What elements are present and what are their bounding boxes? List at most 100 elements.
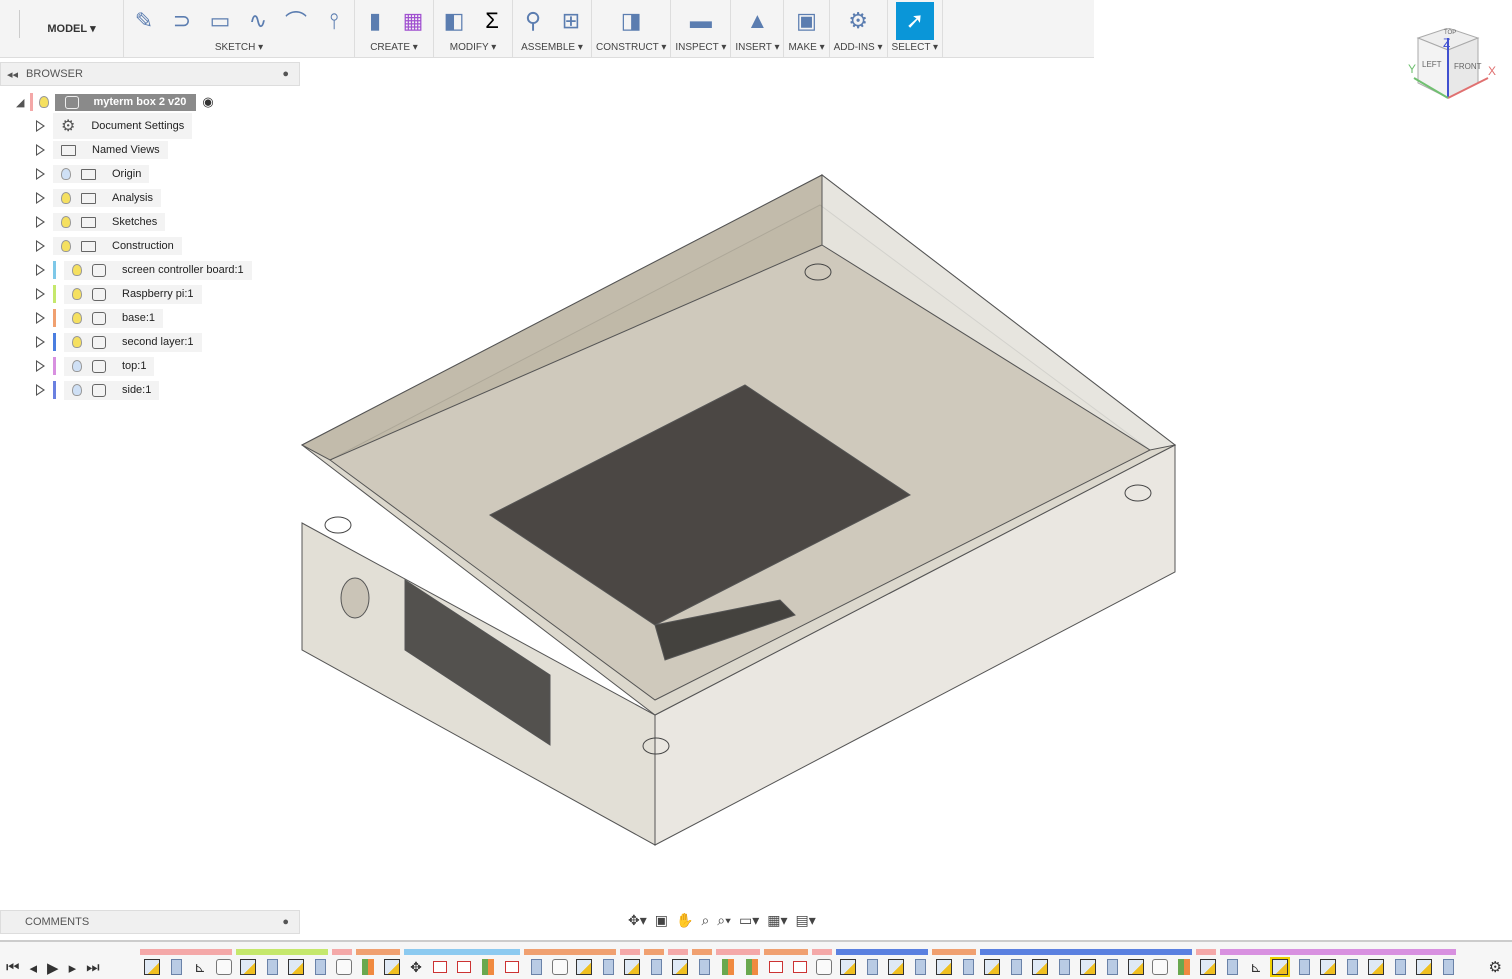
- workspace-dropdown[interactable]: MODEL ▾: [20, 0, 124, 57]
- timeline-feature-body[interactable]: [812, 957, 836, 977]
- timeline-feature-joint[interactable]: [452, 957, 476, 977]
- visibility-bulb-icon[interactable]: [72, 360, 82, 372]
- browser-item-box[interactable]: screen controller board:1: [64, 260, 252, 280]
- play-icon[interactable]: ▶: [47, 959, 59, 977]
- expand-icon[interactable]: [36, 168, 45, 180]
- timeline-feature-extrude[interactable]: [644, 957, 668, 977]
- visibility-bulb-icon[interactable]: [72, 312, 82, 324]
- visibility-bulb-icon[interactable]: [72, 336, 82, 348]
- timeline-feature-plane[interactable]: [476, 957, 500, 977]
- fillet-icon[interactable]: ⌒: [280, 5, 312, 37]
- timeline-feature-extrude[interactable]: [308, 957, 332, 977]
- expand-icon[interactable]: [36, 192, 45, 204]
- viewports-icon[interactable]: ▤▾: [796, 912, 816, 929]
- timeline-feature-sketch[interactable]: [140, 957, 164, 977]
- timeline-feature-sketch[interactable]: [932, 957, 956, 977]
- timeline-feature-extrude[interactable]: [956, 957, 980, 977]
- press-pull-icon[interactable]: ◧: [438, 5, 470, 37]
- expand-icon[interactable]: [36, 144, 45, 156]
- toolbar-group-label[interactable]: CONSTRUCT ▾: [596, 42, 666, 56]
- browser-item[interactable]: Origin: [0, 162, 300, 186]
- timeline-feature-body[interactable]: [212, 957, 236, 977]
- timeline-feature-extrude[interactable]: [1292, 957, 1316, 977]
- orbit-icon[interactable]: ✥▾: [628, 912, 647, 929]
- select-icon[interactable]: ➚: [895, 2, 934, 40]
- browser-item[interactable]: Raspberry pi:1: [0, 282, 300, 306]
- visibility-bulb-icon[interactable]: [72, 288, 82, 300]
- toolbar-group-label[interactable]: SELECT ▾: [892, 42, 939, 56]
- browser-item-box[interactable]: side:1: [64, 380, 160, 400]
- front-face-label[interactable]: FRONT: [1454, 62, 1482, 71]
- timeline-feature-body[interactable]: [332, 957, 356, 977]
- toolbar-group-label[interactable]: MODIFY ▾: [450, 42, 497, 56]
- timeline-feature-sketch[interactable]: [572, 957, 596, 977]
- timeline-feature-extrude[interactable]: [260, 957, 284, 977]
- timeline-feature-plane[interactable]: [716, 957, 740, 977]
- zoom-icon[interactable]: ⌕: [701, 912, 709, 929]
- visibility-bulb-icon[interactable]: [61, 192, 71, 204]
- timeline-feature-body[interactable]: [1148, 957, 1172, 977]
- timeline-feature-sketch[interactable]: [1412, 957, 1436, 977]
- browser-item-box[interactable]: second layer:1: [64, 332, 202, 352]
- timeline-feature-sketch[interactable]: [1028, 957, 1052, 977]
- timeline-feature-joint[interactable]: [500, 957, 524, 977]
- browser-item[interactable]: top:1: [0, 354, 300, 378]
- timeline-feature-joint-origin[interactable]: ⊾: [1244, 957, 1268, 977]
- timeline-feature-sketch[interactable]: [836, 957, 860, 977]
- timeline-feature-sketch[interactable]: [1076, 957, 1100, 977]
- parameters-icon[interactable]: Σ: [476, 5, 508, 37]
- expand-icon[interactable]: [36, 288, 45, 300]
- scripts-icon[interactable]: ⚙: [842, 5, 874, 37]
- joint-icon[interactable]: ⚲: [517, 5, 549, 37]
- left-face-label[interactable]: LEFT: [1422, 60, 1442, 69]
- toolbar-group-label[interactable]: ASSEMBLE ▾: [521, 42, 583, 56]
- timeline-feature-plane[interactable]: [356, 957, 380, 977]
- look-at-icon[interactable]: ▣: [655, 912, 668, 929]
- visibility-bulb-icon[interactable]: [61, 240, 71, 252]
- timeline-feature-extrude[interactable]: [1100, 957, 1124, 977]
- new-component-icon[interactable]: ⊞: [555, 5, 587, 37]
- pan-icon[interactable]: ✋: [676, 912, 693, 929]
- browser-minimize-icon[interactable]: ●: [282, 68, 289, 80]
- timeline-feature-sketch[interactable]: [1316, 957, 1340, 977]
- timeline-feature-extrude[interactable]: [1388, 957, 1412, 977]
- timeline-feature-sketch[interactable]: [1364, 957, 1388, 977]
- timeline-feature-extrude[interactable]: [524, 957, 548, 977]
- browser-item-box[interactable]: Raspberry pi:1: [64, 284, 202, 304]
- browser-item[interactable]: screen controller board:1: [0, 258, 300, 282]
- timeline-feature-plane[interactable]: [1172, 957, 1196, 977]
- browser-item[interactable]: Sketches: [0, 210, 300, 234]
- expand-icon[interactable]: [36, 336, 45, 348]
- timeline-feature-extrude[interactable]: [908, 957, 932, 977]
- timeline-feature-sketch[interactable]: [1196, 957, 1220, 977]
- fit-icon[interactable]: ⌕▾: [717, 912, 731, 929]
- view-cube[interactable]: X Y Z TOP LEFT FRONT: [1408, 27, 1498, 100]
- timeline-feature-joint[interactable]: [764, 957, 788, 977]
- add-comment-icon[interactable]: ●: [282, 916, 289, 928]
- visibility-bulb-icon[interactable]: [61, 168, 71, 180]
- display-settings-icon[interactable]: ▭▾: [739, 912, 759, 929]
- timeline-feature-body[interactable]: [548, 957, 572, 977]
- timeline-feature-joint[interactable]: [788, 957, 812, 977]
- top-face-label[interactable]: TOP: [1444, 30, 1456, 36]
- browser-item[interactable]: ⚙ Document Settings: [0, 113, 300, 139]
- timeline-feature-extrude[interactable]: [596, 957, 620, 977]
- line-icon[interactable]: ⊃: [166, 5, 198, 37]
- create-sketch-icon[interactable]: ✎: [128, 5, 160, 37]
- browser-item-box[interactable]: ⚙ Document Settings: [53, 113, 193, 139]
- expand-root-icon[interactable]: ◢: [16, 96, 24, 109]
- expand-icon[interactable]: [36, 360, 45, 372]
- browser-item[interactable]: Named Views: [0, 138, 300, 162]
- timeline-feature-extrude[interactable]: [692, 957, 716, 977]
- browser-item-box[interactable]: Construction: [53, 237, 182, 255]
- timeline-feature-sketch[interactable]: [380, 957, 404, 977]
- timeline-feature-sketch[interactable]: [980, 957, 1004, 977]
- browser-item[interactable]: side:1: [0, 378, 300, 402]
- timeline-feature-joint[interactable]: [428, 957, 452, 977]
- 3d-print-icon[interactable]: ▣: [791, 5, 823, 37]
- toolbar-group-label[interactable]: INSPECT ▾: [675, 42, 726, 56]
- browser-item-box[interactable]: base:1: [64, 308, 164, 328]
- visibility-bulb-icon[interactable]: [72, 384, 82, 396]
- expand-icon[interactable]: [36, 240, 45, 252]
- root-component[interactable]: myterm box 2 v20: [55, 93, 197, 111]
